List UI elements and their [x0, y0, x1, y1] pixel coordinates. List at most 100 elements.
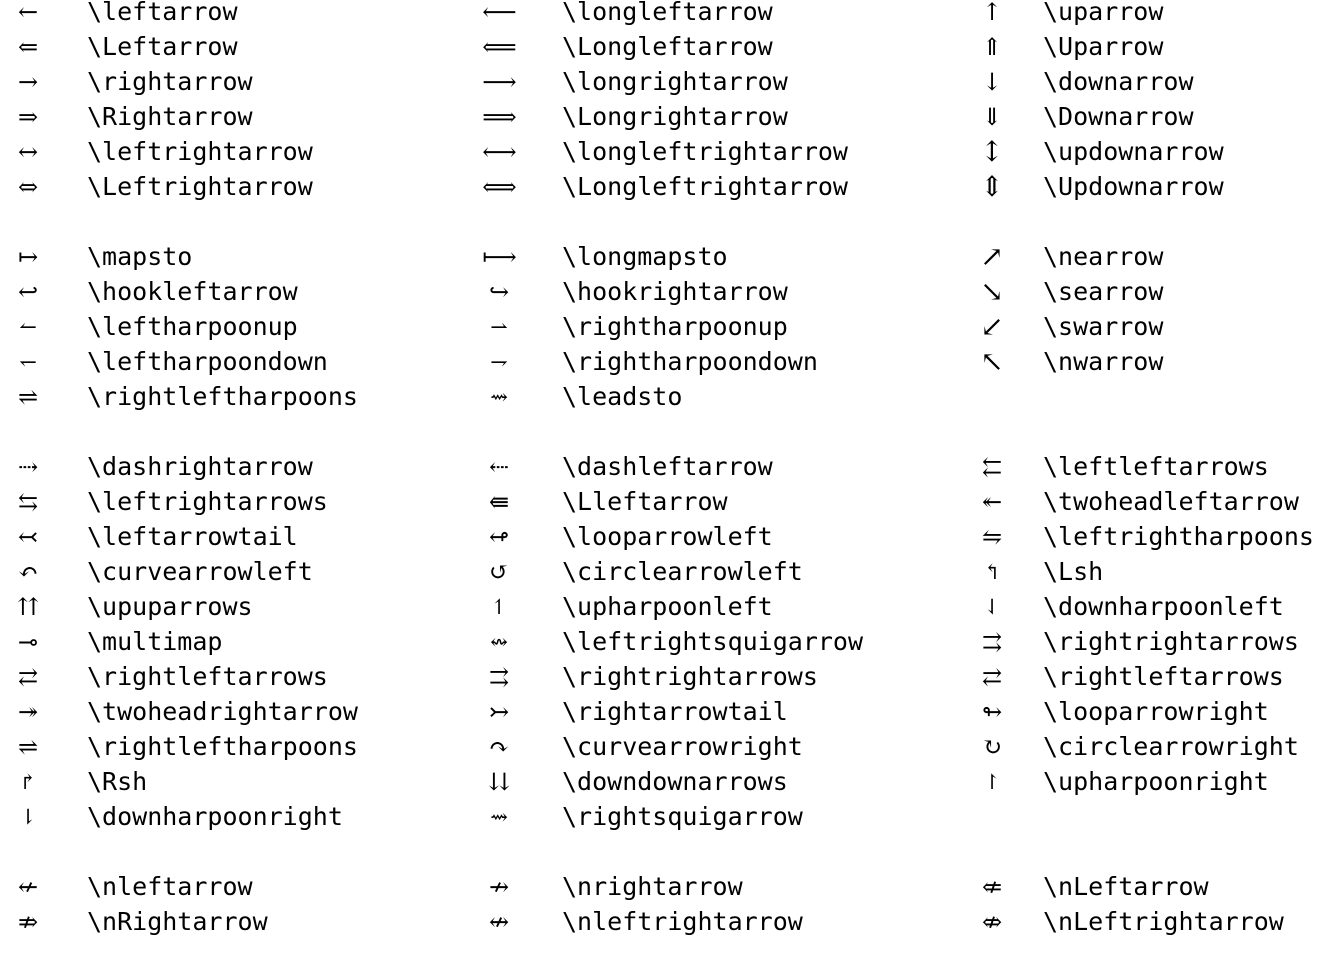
lsh-icon: ↰ [983, 560, 1001, 584]
command-name: \longleftarrow [562, 0, 773, 26]
leadsto-icon: ⇝ [490, 385, 508, 409]
rightrightarrows-icon: ⇉ [488, 663, 510, 691]
command-name: \swarrow [1043, 312, 1164, 341]
command-name: \nRightarrow [87, 907, 268, 936]
command-name: \curvearrowright [562, 732, 803, 761]
command-name: \Lsh [1043, 557, 1104, 586]
upharpoonleft-icon: ↿ [490, 595, 508, 619]
command-name: \upharpoonright [1043, 767, 1269, 796]
downarrow-icon: ↓ [981, 68, 1003, 96]
curvearrowright-icon: ↷ [488, 733, 510, 761]
command-name: \rightarrowtail [562, 697, 788, 726]
command-name: \Longleftrightarrow [562, 172, 848, 201]
longleftarrow-icon: ⟵ [482, 0, 516, 26]
dashleftarrow-icon: ⇠ [488, 453, 510, 481]
command-name: \longleftrightarrow [562, 137, 848, 166]
command-name: \dashrightarrow [87, 452, 313, 481]
command-name: \rightharpoonup [562, 312, 788, 341]
command-name: \Rsh [87, 767, 148, 796]
command-name: \leftrightharpoons [1043, 522, 1314, 551]
command-name: \Uparrow [1043, 32, 1164, 61]
leftrightsquigarrow-icon: ↭ [490, 630, 508, 654]
command-name: \dashleftarrow [562, 452, 773, 481]
command-name: \leftrightarrow [87, 137, 313, 166]
command-name: \twoheadleftarrow [1043, 487, 1299, 516]
command-name: \hookrightarrow [562, 277, 788, 306]
rightarrow-icon: ⇒ [17, 103, 39, 131]
hookleftarrow-icon: ↩ [17, 278, 39, 306]
nleftrightarrow-icon: ↮ [488, 908, 510, 936]
rightarrowtail-icon: ↣ [488, 698, 510, 726]
leftrightarrows-icon: ⇆ [17, 488, 39, 516]
command-name: \rightrightarrows [1043, 627, 1299, 656]
command-name: \rightsquigarrow [562, 802, 803, 831]
leftleftarrows-icon: ⇇ [981, 453, 1003, 481]
leftarrow-icon: ← [17, 0, 39, 26]
command-name: \downharpoonright [87, 802, 343, 831]
uparrow-icon: ⇑ [981, 33, 1003, 61]
longleftrightarrow-icon: ⟷ [482, 138, 516, 166]
command-name: \rightharpoondown [562, 347, 818, 376]
twoheadrightarrow-icon: ↠ [17, 698, 39, 726]
mapsto-icon: ↦ [17, 243, 39, 271]
command-name: \upharpoonleft [562, 592, 773, 621]
command-name: \nleftrightarrow [562, 907, 803, 936]
command-name: \mapsto [87, 242, 193, 271]
searrow-icon: ↘ [980, 275, 1004, 308]
hookrightarrow-icon: ↪ [488, 278, 510, 306]
command-name: \circlearrowright [1043, 732, 1299, 761]
longmapsto-icon: ⟼ [482, 243, 516, 271]
command-name: \nrightarrow [562, 872, 743, 901]
longleftarrow-icon: ⟸ [482, 33, 516, 61]
command-name: \Lleftarrow [562, 487, 728, 516]
rightleftarrows-icon: ⇄ [17, 663, 39, 691]
command-name: \multimap [87, 627, 223, 656]
longrightarrow-icon: ⟶ [482, 68, 516, 96]
command-name: \looparrowright [1043, 697, 1269, 726]
longrightarrow-icon: ⟹ [482, 103, 516, 131]
command-name: \Leftrightarrow [87, 172, 313, 201]
command-name: \Updownarrow [1043, 172, 1224, 201]
command-name: \leftleftarrows [1043, 452, 1269, 481]
command-name: \nwarrow [1043, 347, 1164, 376]
upuparrows-icon: ⇈ [17, 593, 39, 621]
n-rightarrow-icon: ⇏ [17, 908, 39, 936]
rightarrow-icon: → [17, 68, 39, 96]
leftarrow-icon: ⇐ [17, 33, 39, 61]
arrow-symbol-table: ← \leftarrow ⟵ \longleftarrow ↑ \uparrow ⇐ \Lef… [0, 0, 1324, 953]
command-name: \upuparrows [87, 592, 253, 621]
command-name: \leftarrowtail [87, 522, 298, 551]
command-name: \curvearrowleft [87, 557, 313, 586]
command-name: \leftharpoondown [87, 347, 328, 376]
command-name: \circlearrowleft [562, 557, 803, 586]
rightleftharpoons-icon: ⇌ [17, 733, 39, 761]
command-name: \downarrow [1043, 67, 1194, 96]
nearrow-icon: ↗ [980, 240, 1004, 273]
downdownarrows-icon: ⇊ [488, 768, 510, 796]
command-name: \hookleftarrow [87, 277, 298, 306]
command-name: \nLeftarrow [1043, 872, 1209, 901]
longleftrightarrow-icon: ⟺ [482, 173, 516, 201]
rightrightarrows-icon: ⇉ [981, 628, 1003, 656]
command-name: \leadsto [562, 382, 683, 411]
rightharpoonup-icon: ⇀ [490, 315, 508, 339]
rightleftharpoons-icon: ⇌ [17, 383, 39, 411]
command-name: \rightrightarrows [562, 662, 818, 691]
looparrowleft-icon: ↫ [488, 523, 510, 551]
leftharpoonup-icon: ↼ [19, 315, 37, 339]
downarrow-icon: ⇓ [981, 103, 1003, 131]
uparrow-icon: ↑ [981, 0, 1003, 26]
rightleftarrows-icon: ⇄ [981, 663, 1003, 691]
command-name: \Longrightarrow [562, 102, 788, 131]
upharpoonright-icon: ↾ [983, 770, 1001, 794]
downharpoonleft-icon: ⇃ [983, 595, 1001, 619]
updownarrow-icon: ⇕ [980, 170, 1004, 203]
leftrightarrow-icon: ⇔ [17, 173, 39, 201]
command-name: \rightleftarrows [87, 662, 328, 691]
circlearrowright-icon: ↻ [981, 733, 1003, 761]
updownarrow-icon: ↕ [980, 135, 1004, 168]
leftarrowtail-icon: ↢ [17, 523, 39, 551]
command-name: \Leftarrow [87, 32, 238, 61]
twoheadleftarrow-icon: ↞ [981, 488, 1003, 516]
command-name: \nearrow [1043, 242, 1164, 271]
